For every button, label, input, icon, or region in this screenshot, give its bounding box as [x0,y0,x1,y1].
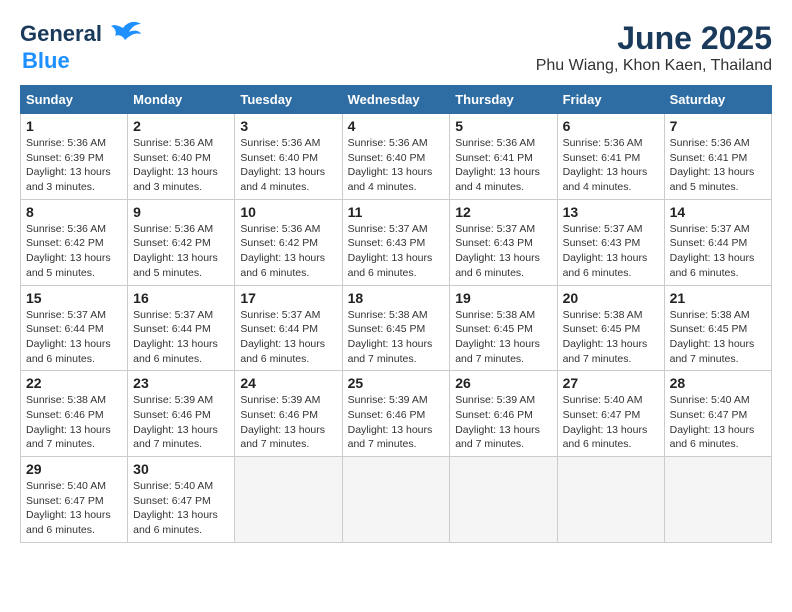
day-9: 9 Sunrise: 5:36 AMSunset: 6:42 PMDayligh… [128,199,235,285]
day-22: 22 Sunrise: 5:38 AMSunset: 6:46 PMDaylig… [21,371,128,457]
day-19: 19 Sunrise: 5:38 AMSunset: 6:45 PMDaylig… [450,285,557,371]
day-17: 17 Sunrise: 5:37 AMSunset: 6:44 PMDaylig… [235,285,342,371]
day-26: 26 Sunrise: 5:39 AMSunset: 6:46 PMDaylig… [450,371,557,457]
header: General Blue June 2025 Phu Wiang, Khon K… [20,20,772,75]
day-2: 2 Sunrise: 5:36 AMSunset: 6:40 PMDayligh… [128,114,235,200]
day-27: 27 Sunrise: 5:40 AMSunset: 6:47 PMDaylig… [557,371,664,457]
week-row-1: 1 Sunrise: 5:36 AMSunset: 6:39 PMDayligh… [21,114,772,200]
header-thursday: Thursday [450,86,557,114]
day-30: 30 Sunrise: 5:40 AMSunset: 6:47 PMDaylig… [128,457,235,543]
weekday-header-row: Sunday Monday Tuesday Wednesday Thursday… [21,86,772,114]
empty-cell-3 [450,457,557,543]
day-11: 11 Sunrise: 5:37 AMSunset: 6:43 PMDaylig… [342,199,450,285]
logo: General Blue [20,20,141,74]
day-24: 24 Sunrise: 5:39 AMSunset: 6:46 PMDaylig… [235,371,342,457]
day-12: 12 Sunrise: 5:37 AMSunset: 6:43 PMDaylig… [450,199,557,285]
logo-text: General Blue [20,20,141,74]
logo-blue: Blue [22,48,70,73]
day-13: 13 Sunrise: 5:37 AMSunset: 6:43 PMDaylig… [557,199,664,285]
day-8: 8 Sunrise: 5:36 AMSunset: 6:42 PMDayligh… [21,199,128,285]
location-title: Phu Wiang, Khon Kaen, Thailand [536,57,772,75]
logo-bird-icon [105,20,141,48]
day-25: 25 Sunrise: 5:39 AMSunset: 6:46 PMDaylig… [342,371,450,457]
day-20: 20 Sunrise: 5:38 AMSunset: 6:45 PMDaylig… [557,285,664,371]
header-tuesday: Tuesday [235,86,342,114]
month-title: June 2025 [536,20,772,57]
day-23: 23 Sunrise: 5:39 AMSunset: 6:46 PMDaylig… [128,371,235,457]
day-7: 7 Sunrise: 5:36 AMSunset: 6:41 PMDayligh… [664,114,771,200]
header-monday: Monday [128,86,235,114]
day-10: 10 Sunrise: 5:36 AMSunset: 6:42 PMDaylig… [235,199,342,285]
header-saturday: Saturday [664,86,771,114]
day-28: 28 Sunrise: 5:40 AMSunset: 6:47 PMDaylig… [664,371,771,457]
day-5: 5 Sunrise: 5:36 AMSunset: 6:41 PMDayligh… [450,114,557,200]
day-1: 1 Sunrise: 5:36 AMSunset: 6:39 PMDayligh… [21,114,128,200]
day-14: 14 Sunrise: 5:37 AMSunset: 6:44 PMDaylig… [664,199,771,285]
week-row-4: 22 Sunrise: 5:38 AMSunset: 6:46 PMDaylig… [21,371,772,457]
day-16: 16 Sunrise: 5:37 AMSunset: 6:44 PMDaylig… [128,285,235,371]
day-4: 4 Sunrise: 5:36 AMSunset: 6:40 PMDayligh… [342,114,450,200]
empty-cell-5 [664,457,771,543]
empty-cell-4 [557,457,664,543]
day-21: 21 Sunrise: 5:38 AMSunset: 6:45 PMDaylig… [664,285,771,371]
week-row-5: 29 Sunrise: 5:40 AMSunset: 6:47 PMDaylig… [21,457,772,543]
calendar: Sunday Monday Tuesday Wednesday Thursday… [20,85,772,543]
day-15: 15 Sunrise: 5:37 AMSunset: 6:44 PMDaylig… [21,285,128,371]
title-area: June 2025 Phu Wiang, Khon Kaen, Thailand [536,20,772,75]
day-3: 3 Sunrise: 5:36 AMSunset: 6:40 PMDayligh… [235,114,342,200]
header-friday: Friday [557,86,664,114]
logo-general: General [20,21,102,47]
day-6: 6 Sunrise: 5:36 AMSunset: 6:41 PMDayligh… [557,114,664,200]
week-row-3: 15 Sunrise: 5:37 AMSunset: 6:44 PMDaylig… [21,285,772,371]
header-sunday: Sunday [21,86,128,114]
empty-cell-2 [342,457,450,543]
day-29: 29 Sunrise: 5:40 AMSunset: 6:47 PMDaylig… [21,457,128,543]
day-18: 18 Sunrise: 5:38 AMSunset: 6:45 PMDaylig… [342,285,450,371]
week-row-2: 8 Sunrise: 5:36 AMSunset: 6:42 PMDayligh… [21,199,772,285]
header-wednesday: Wednesday [342,86,450,114]
empty-cell-1 [235,457,342,543]
page-container: General Blue June 2025 Phu Wiang, Khon K… [20,20,772,543]
